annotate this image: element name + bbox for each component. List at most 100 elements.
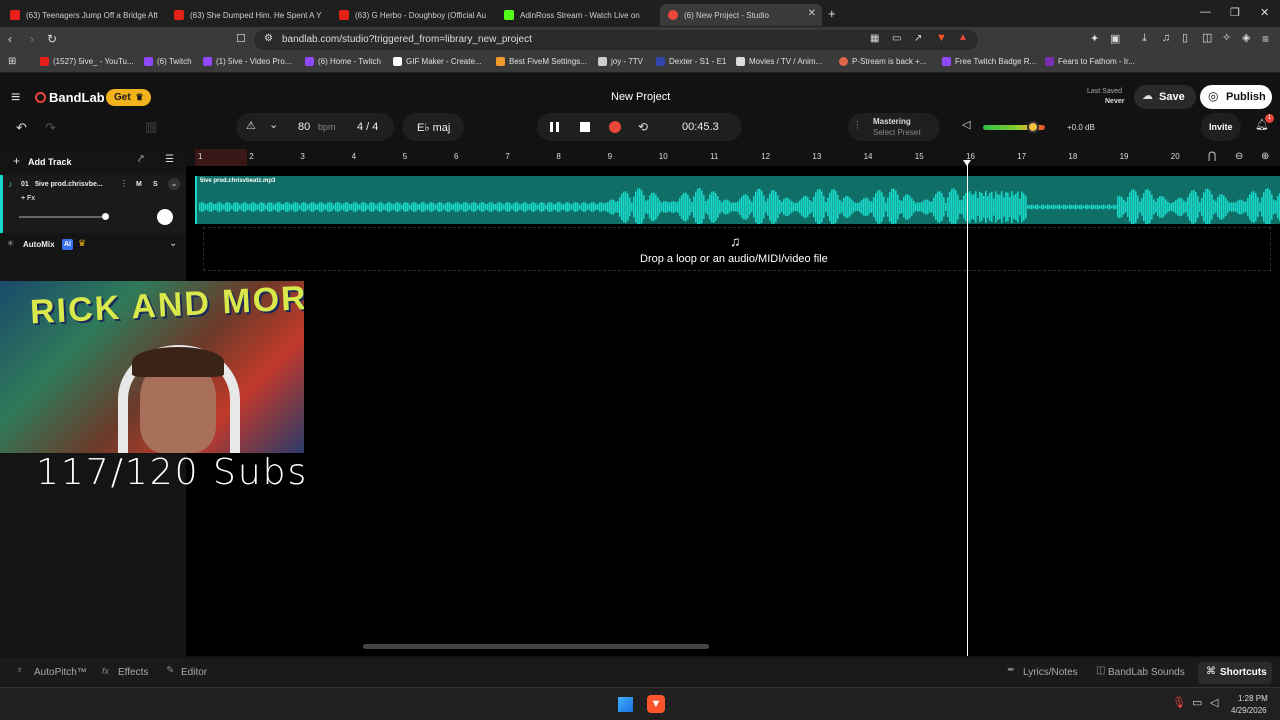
add-track-button[interactable]: + Add Track (4, 153, 79, 171)
forward-icon[interactable]: › (30, 33, 34, 45)
drop-zone[interactable]: ♫ Drop a loop or an audio/MIDI/video fil… (203, 227, 1271, 271)
bookmark-item[interactable]: (1) 5ive - Video Pro... (203, 57, 291, 66)
playhead-handle[interactable] (963, 160, 971, 166)
bookmark-item[interactable]: GIF Maker - Create... (393, 57, 482, 66)
bookmark-icon[interactable]: ☐ (236, 34, 246, 45)
bookmark-item[interactable]: Dexter - S1 - E1 (656, 57, 726, 66)
tempo-value[interactable]: 80 (298, 121, 310, 133)
sidebar-icon[interactable]: ▯ (1182, 33, 1188, 44)
track-row[interactable]: ♪ 01 5ive prod.chrisvbe... ⋮ M S ⌄ + Fx (0, 175, 186, 233)
keyboard-icon[interactable]: ▥ (145, 120, 157, 133)
more-icon[interactable]: ⋮ (120, 180, 128, 188)
horizontal-scrollbar[interactable] (363, 644, 709, 649)
track-name[interactable]: 5ive prod.chrisvbe... (35, 181, 103, 188)
brave-browser-icon[interactable]: ▼ (647, 695, 665, 713)
magnet-icon[interactable]: ⋂ (1208, 152, 1216, 162)
get-membership-button[interactable]: Get ♛ (106, 89, 151, 106)
effects-button[interactable]: fx Effects (100, 665, 155, 681)
autopitch-button[interactable]: ♆ AutoPitch™ (14, 665, 89, 681)
stop-icon[interactable] (580, 122, 590, 132)
shortcuts-button[interactable]: ⌘ Shortcuts (1198, 662, 1272, 684)
timeline-ruler[interactable]: 1 2 3 4 5 6 7 8 9 10 11 12 13 14 15 16 17 18 19 20 ⋂ ⊖ ⊕ (195, 149, 1280, 166)
back-icon[interactable]: ‹ (8, 33, 12, 45)
mute-button[interactable]: M (136, 181, 142, 188)
bookmark-item[interactable]: joy - 7TV (598, 57, 643, 66)
leo-icon[interactable]: ✧ (1222, 33, 1231, 44)
clock-time[interactable]: 1:28 PM (1238, 694, 1268, 703)
minimize-icon[interactable]: — (1200, 6, 1211, 18)
apps-grid-icon[interactable]: ⊞ (8, 57, 16, 67)
extensions-icon[interactable]: ✦ (1090, 34, 1099, 45)
invite-button[interactable]: Invite (1201, 113, 1241, 141)
loop-icon[interactable]: ⟲ (638, 121, 648, 133)
qr-icon[interactable]: ▦ (870, 34, 879, 44)
chevron-down-icon[interactable]: ⌄ (269, 120, 278, 131)
mixer-icon[interactable]: ☰ (165, 155, 174, 165)
publish-button[interactable]: ◎ Publish (1200, 85, 1272, 109)
browser-tab[interactable]: (63) Teenagers Jump Off a Bridge Aft (2, 4, 164, 26)
bookmark-item[interactable]: Fears to Fathom - Ir... (1045, 57, 1135, 66)
maximize-icon[interactable]: ❐ (1230, 6, 1240, 19)
menu-icon[interactable]: ≡ (1262, 33, 1269, 45)
brave-shields-icon[interactable]: ▼ (936, 33, 947, 44)
volume-knob[interactable] (1026, 121, 1039, 133)
microphone-icon[interactable]: 🎙︎ (1172, 698, 1186, 709)
speaker-icon[interactable]: ◁ (962, 120, 970, 131)
close-window-icon[interactable]: ✕ (1260, 6, 1269, 19)
bookmark-item[interactable]: P-Stream is back +... (839, 57, 926, 66)
close-tab-icon[interactable]: ✕ (808, 8, 816, 19)
bandlab-sounds-button[interactable]: ◫ BandLab Sounds (1094, 665, 1186, 681)
reload-icon[interactable]: ↻ (47, 33, 57, 45)
master-volume-slider[interactable] (983, 121, 1045, 133)
editor-button[interactable]: ✎ Editor (164, 665, 216, 681)
playhead[interactable] (967, 162, 968, 656)
bookmark-item[interactable]: (6) Home - Twitch (305, 57, 381, 66)
wallet-icon[interactable]: ◫ (1202, 33, 1212, 44)
bookmark-item[interactable]: Free Twitch Badge R... (942, 57, 1036, 66)
bookmark-item[interactable]: Best FiveM Settings... (496, 57, 587, 66)
key-selector[interactable]: E♭ maj (402, 113, 464, 141)
loop-region[interactable] (195, 149, 247, 166)
metronome-icon[interactable]: ⚠ (246, 121, 256, 132)
redo-icon[interactable]: ↷ (45, 121, 56, 134)
chevron-down-icon[interactable]: ⌄ (169, 239, 177, 249)
url-input[interactable]: ⚙ bandlab.com/studio?triggered_from=libr… (254, 30, 978, 50)
solo-button[interactable]: S (153, 181, 158, 188)
chevron-down-icon[interactable]: ⌄ (168, 178, 180, 190)
project-title[interactable]: New Project (611, 91, 670, 103)
time-signature[interactable]: 4 / 4 (357, 121, 378, 133)
new-tab-icon[interactable]: + (828, 7, 836, 20)
screenshot-icon[interactable]: ▣ (1110, 34, 1120, 45)
automation-icon[interactable]: ⤤ (138, 155, 144, 165)
undo-icon[interactable]: ↶ (16, 121, 27, 134)
arrangement-canvas[interactable]: 5ive prod.chrisvbeatz.mp3 ♫ Drop a loop … (186, 160, 1280, 656)
network-icon[interactable]: ▭ (1192, 698, 1202, 709)
zoom-in-icon[interactable]: ⊕ (1261, 152, 1269, 162)
media-icon[interactable]: ♫ (1162, 33, 1170, 44)
bookmark-item[interactable]: (6) Twitch (144, 57, 192, 66)
bookmark-item[interactable]: (1527) 5ive_ - YouTu... (40, 57, 134, 66)
track-volume-slider[interactable] (19, 216, 105, 218)
downloads-icon[interactable]: ⤓ (1142, 33, 1147, 44)
automix-row[interactable]: ✳ AutoMix AI ♛ ⌄ (0, 235, 186, 255)
save-button[interactable]: ☁ Save (1134, 85, 1196, 109)
pause-icon[interactable] (550, 122, 553, 132)
bookmark-item[interactable]: Movies / TV / Anim... (736, 57, 822, 66)
site-info-icon[interactable]: ⚙ (264, 34, 273, 44)
browser-tab[interactable]: (63) G Herbo - Doughboy (Official Au (331, 4, 493, 26)
browser-tab-active[interactable]: (6) New Project - Studio ✕ (660, 4, 822, 26)
record-icon[interactable] (609, 121, 621, 133)
brave-rewards-icon[interactable]: ▲ (958, 33, 968, 43)
pan-knob[interactable] (157, 209, 173, 225)
volume-icon[interactable]: ◁ (1210, 698, 1218, 709)
hamburger-menu-icon[interactable]: ≡ (11, 90, 20, 106)
clock-date[interactable]: 4/29/2026 (1231, 706, 1267, 715)
audio-clip[interactable]: 5ive prod.chrisvbeatz.mp3 (195, 176, 1280, 224)
vpn-icon[interactable]: ◈ (1242, 33, 1250, 44)
track-volume-knob[interactable] (102, 213, 109, 220)
share-icon[interactable]: ↗ (914, 34, 922, 44)
cast-icon[interactable]: ▭ (892, 34, 901, 44)
browser-tab[interactable]: AdinRoss Stream - Watch Live on (496, 4, 656, 26)
windows-start-icon[interactable] (618, 697, 633, 712)
zoom-out-icon[interactable]: ⊖ (1235, 152, 1243, 162)
